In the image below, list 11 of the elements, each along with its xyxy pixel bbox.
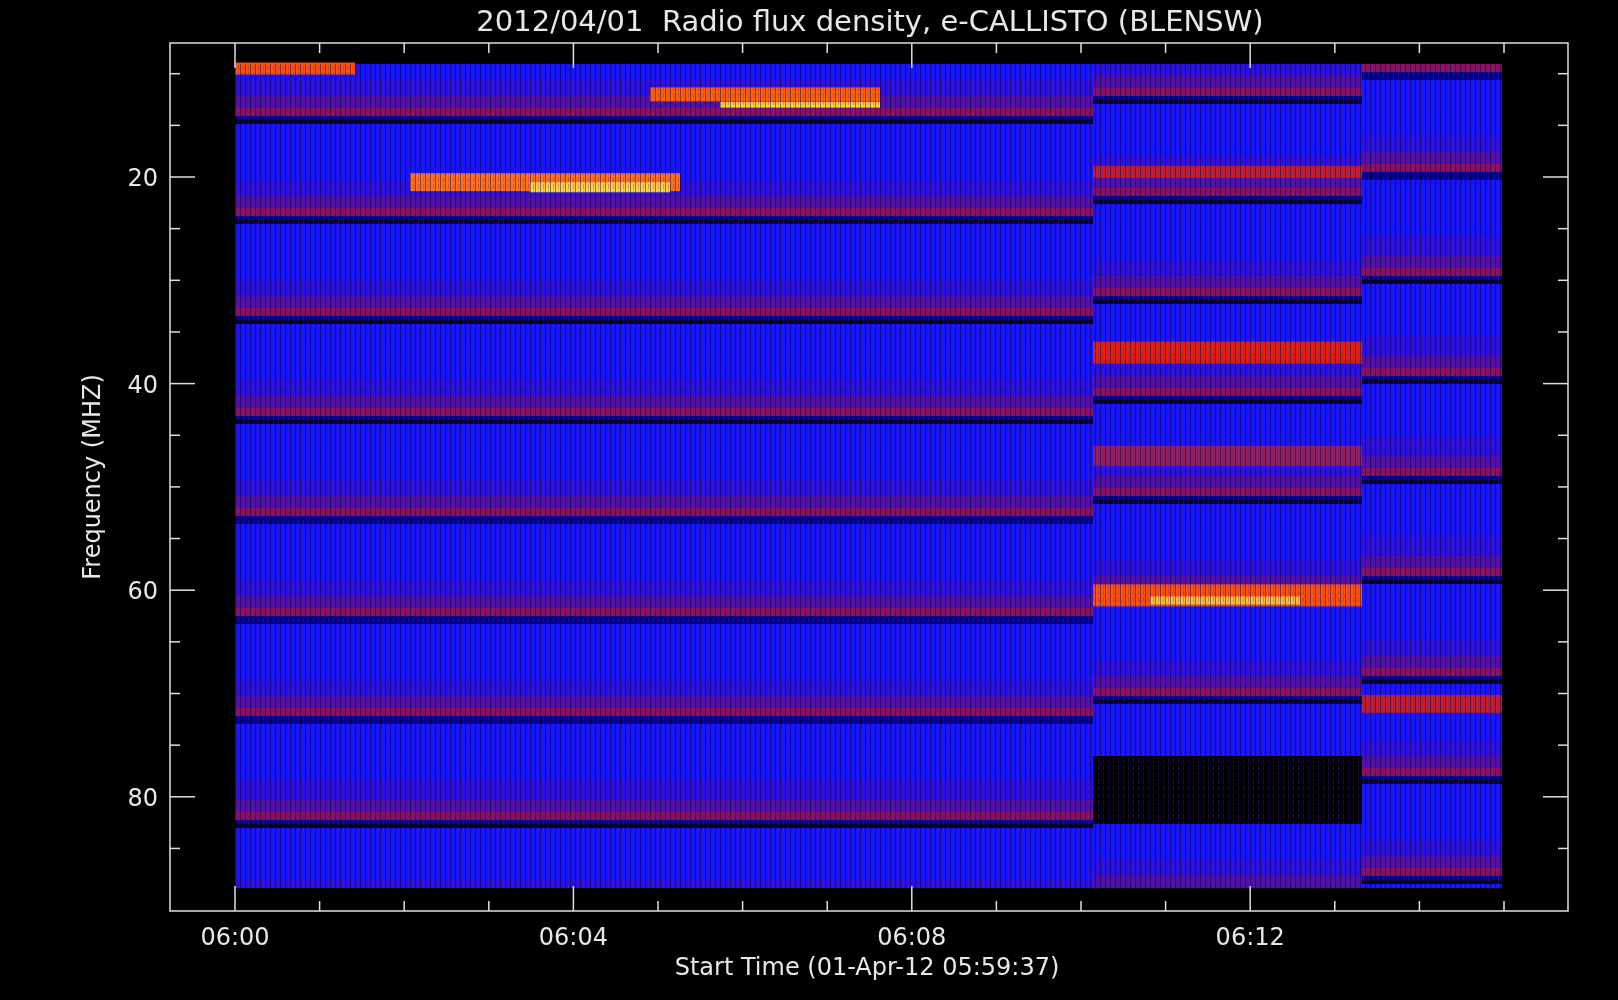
x-tick-label: 06:08 xyxy=(877,923,947,951)
y-tick-label: 20 xyxy=(127,164,158,192)
y-axis-label: Frequency (MHZ) xyxy=(78,374,106,580)
x-tick-label: 06:00 xyxy=(200,923,270,951)
x-tick-label: 06:04 xyxy=(538,923,608,951)
x-tick-label: 06:12 xyxy=(1215,923,1285,951)
y-tick-label: 80 xyxy=(127,783,158,812)
y-tick-label: 40 xyxy=(127,370,158,399)
chart-title: 2012/04/01 Radio flux density, e-CALLISTO (BLENSW) xyxy=(476,4,1264,38)
x-axis-label: Start Time (01-Apr-12 05:59:37) xyxy=(674,953,1060,981)
y-tick-label: 60 xyxy=(127,577,158,606)
